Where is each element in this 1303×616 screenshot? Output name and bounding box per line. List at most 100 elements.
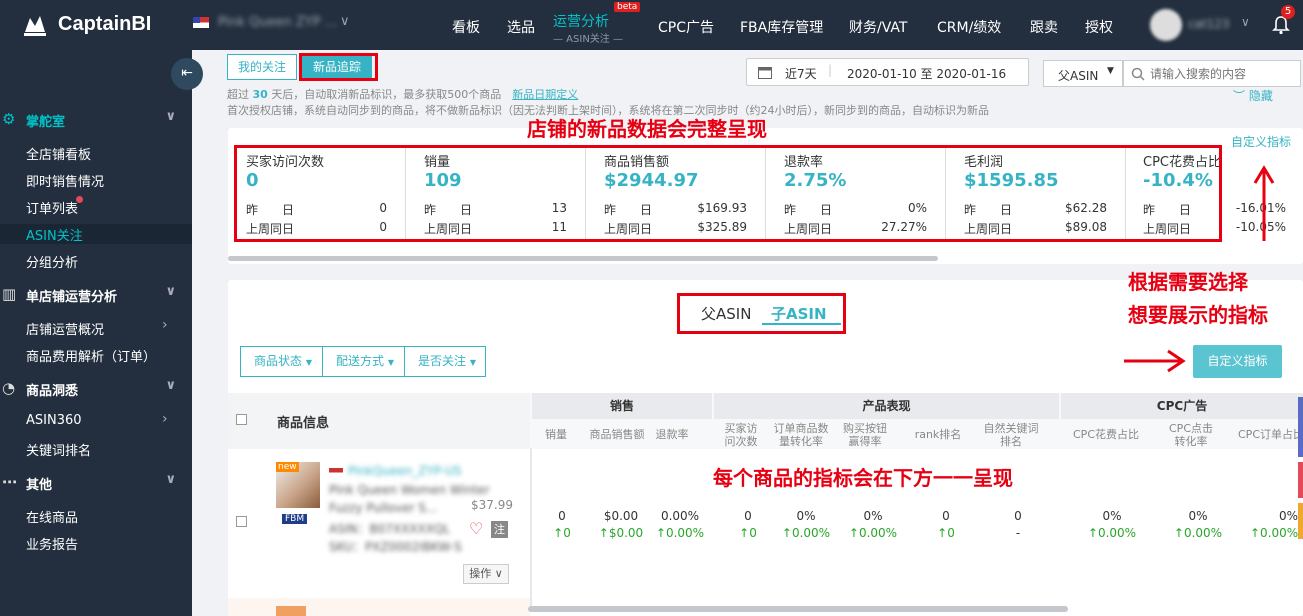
product-title-line1[interactable]: Pink Queen Women Winter bbox=[329, 483, 489, 497]
col-rank[interactable]: rank排名 bbox=[908, 428, 968, 441]
cell-sales-change: ↑$0.00 bbox=[598, 526, 644, 540]
nav-crm[interactable]: CRM/绩效 bbox=[937, 17, 1001, 37]
heart-icon[interactable]: ♡ bbox=[469, 519, 483, 538]
tab-my-follow[interactable]: 我的关注 bbox=[227, 54, 298, 80]
date-preset[interactable]: 近7天 bbox=[785, 65, 817, 82]
col-cpc-click-conversion[interactable]: CPC点击转化率 bbox=[1165, 422, 1217, 448]
product-store-link[interactable]: PinkQueen_ZYP-US bbox=[348, 464, 462, 478]
toggle-underline bbox=[762, 323, 841, 325]
new-product-info: 超过 30 天后，自动取消新品标识，最多获取500个商品 新品日期定义 bbox=[227, 88, 579, 101]
group-header-cpc: CPC广告 bbox=[1061, 393, 1303, 419]
nav-follow[interactable]: 跟卖 bbox=[1030, 17, 1058, 37]
table-scrollbar[interactable] bbox=[528, 606, 1068, 612]
sidebar-item-all-stores[interactable]: 全店铺看板 bbox=[26, 144, 91, 163]
chevron-down-icon: ∨ bbox=[165, 378, 176, 393]
annotation-each-product: 每个商品的指标会在下方一一呈现 bbox=[713, 466, 1013, 490]
toggle-parent-asin[interactable]: 父ASIN bbox=[701, 303, 751, 324]
asin-type-select[interactable]: 父ASIN ▼ bbox=[1043, 60, 1123, 87]
date-range[interactable]: 2020-01-10 至 2020-01-16 bbox=[847, 65, 1006, 82]
nav-ops-analysis[interactable]: 运营分析 bbox=[553, 11, 609, 31]
sidebar-item-asin-follow[interactable]: ASIN关注 bbox=[26, 225, 83, 244]
cell-keyword-rank-change: - bbox=[1015, 526, 1021, 540]
nav-fba[interactable]: FBA库存管理 bbox=[740, 17, 823, 37]
tab-new-tracking[interactable]: 新品追踪 bbox=[302, 56, 373, 78]
sidebar-item-realtime-sales[interactable]: 即时销售情况 bbox=[26, 171, 104, 190]
username[interactable]: cat123 bbox=[1188, 17, 1230, 31]
note-button[interactable]: 注 bbox=[491, 521, 508, 538]
search-box[interactable] bbox=[1123, 60, 1301, 87]
nav-cpc[interactable]: CPC广告 bbox=[658, 17, 714, 37]
filter-product-status[interactable]: 商品状态 ▼ bbox=[240, 346, 323, 377]
filter-followed[interactable]: 是否关注 ▼ bbox=[404, 346, 486, 377]
nav-selection[interactable]: 选品 bbox=[507, 17, 535, 37]
filter-delivery[interactable]: 配送方式 ▼ bbox=[322, 346, 405, 377]
unread-dot bbox=[76, 196, 83, 203]
cell-cpc-click: 0% bbox=[1188, 509, 1208, 523]
col-cpc-order-share[interactable]: CPC订单占比 bbox=[1238, 428, 1302, 441]
row-checkbox[interactable] bbox=[236, 516, 247, 527]
sidebar-item-orders[interactable]: 订单列表 bbox=[26, 198, 78, 217]
date-range-picker[interactable]: 近7天 | 2020-01-10 至 2020-01-16 bbox=[746, 58, 1029, 86]
side-tab-blue[interactable] bbox=[1298, 397, 1303, 457]
nav-finance[interactable]: 财务/VAT bbox=[849, 17, 907, 37]
sidebar-item-group-analysis[interactable]: 分组分析 bbox=[26, 252, 78, 271]
sidebar-item-online-products[interactable]: 在线商品 bbox=[26, 507, 78, 526]
sidebar-item-asin360[interactable]: ASIN360 bbox=[26, 413, 82, 428]
cell-cpc-order: 0% bbox=[1278, 509, 1298, 523]
chevron-down-icon: ∨ bbox=[165, 284, 176, 299]
product-asin[interactable]: ASIN：B07XXXXXQL bbox=[329, 520, 450, 537]
notification-badge: 5 bbox=[1281, 5, 1295, 19]
sidebar-section-helm[interactable]: ⚙ 掌舵室 ∨ bbox=[0, 106, 192, 132]
avatar[interactable] bbox=[1150, 9, 1182, 41]
search-input[interactable] bbox=[1150, 64, 1295, 83]
caret-down-icon: ▼ bbox=[1107, 66, 1114, 76]
col-organic-keyword-rank[interactable]: 自然关键词排名 bbox=[983, 422, 1039, 448]
product-title-line2[interactable]: Fuzzy Pullover S... bbox=[329, 501, 437, 515]
chevron-down-icon[interactable]: ∨ bbox=[340, 14, 350, 29]
custom-metric-button[interactable]: 自定义指标 bbox=[1193, 345, 1282, 378]
store-selector[interactable]: Pink Queen ZYP ... bbox=[218, 15, 337, 30]
sidebar-item-business-report[interactable]: 业务报告 bbox=[26, 534, 78, 553]
bar-chart-icon: ▥ bbox=[2, 285, 17, 303]
sidebar-section-store-analysis[interactable]: ▥ 单店铺运营分析 ∨ bbox=[0, 281, 192, 307]
sidebar-section-other[interactable]: ⋯ 其他 ∨ bbox=[0, 469, 192, 495]
product-sku: SKU：PXZ0002IBKW-S bbox=[329, 540, 462, 554]
side-tab-red[interactable] bbox=[1298, 462, 1303, 498]
col-cpc-spend[interactable]: CPC花费占比 bbox=[1068, 428, 1144, 441]
toggle-child-asin[interactable]: 子ASIN bbox=[771, 303, 827, 324]
sidebar-item-fee-analysis[interactable]: 商品费用解析（订单） bbox=[26, 346, 156, 365]
sidebar-item-store-overview[interactable]: 店铺运营概况 bbox=[26, 319, 104, 338]
nav-dashboard[interactable]: 看板 bbox=[452, 17, 480, 37]
operation-dropdown[interactable]: 操作 ∨ bbox=[463, 564, 509, 584]
chevron-down-icon: ∨ bbox=[165, 109, 176, 124]
sidebar-section-insight[interactable]: ◔ 商品洞悉 ∨ bbox=[0, 375, 192, 401]
sidebar-item-keyword-rank[interactable]: 关键词排名 bbox=[26, 440, 91, 459]
chevron-right-icon: › bbox=[162, 317, 168, 333]
collapse-sidebar-icon[interactable]: ⇤ bbox=[171, 58, 203, 90]
caret-down-icon: ▼ bbox=[305, 358, 312, 367]
nav-ops-sub: — ASIN关注 — bbox=[553, 34, 623, 45]
column-separator bbox=[530, 448, 532, 608]
col-units[interactable]: 销量 bbox=[538, 428, 574, 441]
cell-rank: 0 bbox=[942, 509, 950, 523]
cell-keyword-rank: 0 bbox=[1014, 509, 1022, 523]
col-order-conversion[interactable]: 订单商品数量转化率 bbox=[770, 422, 832, 448]
col-buybox-rate[interactable]: 购买按钮赢得率 bbox=[840, 422, 890, 448]
col-buyer-visits[interactable]: 买家访问次数 bbox=[720, 422, 762, 448]
metrics-scrollbar[interactable] bbox=[228, 256, 938, 261]
side-tab-orange[interactable] bbox=[1298, 503, 1303, 539]
us-flag-icon bbox=[193, 17, 209, 28]
nav-auth[interactable]: 授权 bbox=[1085, 17, 1113, 37]
next-product-image[interactable] bbox=[276, 606, 306, 616]
col-refund-rate[interactable]: 退款率 bbox=[652, 428, 692, 441]
col-sales-amount[interactable]: 商品销售额 bbox=[585, 428, 649, 441]
chevron-down-icon[interactable]: ∨ bbox=[1241, 15, 1250, 29]
new-date-definition-link[interactable]: 新品日期定义 bbox=[512, 88, 578, 101]
hide-toggle[interactable]: ︶ 隐藏 bbox=[1233, 87, 1273, 104]
cell-cpc-spend-change: ↑0.00% bbox=[1087, 526, 1137, 540]
select-all-checkbox[interactable] bbox=[236, 414, 247, 425]
cell-cpc-spend: 0% bbox=[1102, 509, 1122, 523]
pie-chart-icon: ◔ bbox=[2, 379, 16, 397]
cell-cpc-click-change: ↑0.00% bbox=[1173, 526, 1223, 540]
us-flag-icon bbox=[329, 468, 343, 477]
